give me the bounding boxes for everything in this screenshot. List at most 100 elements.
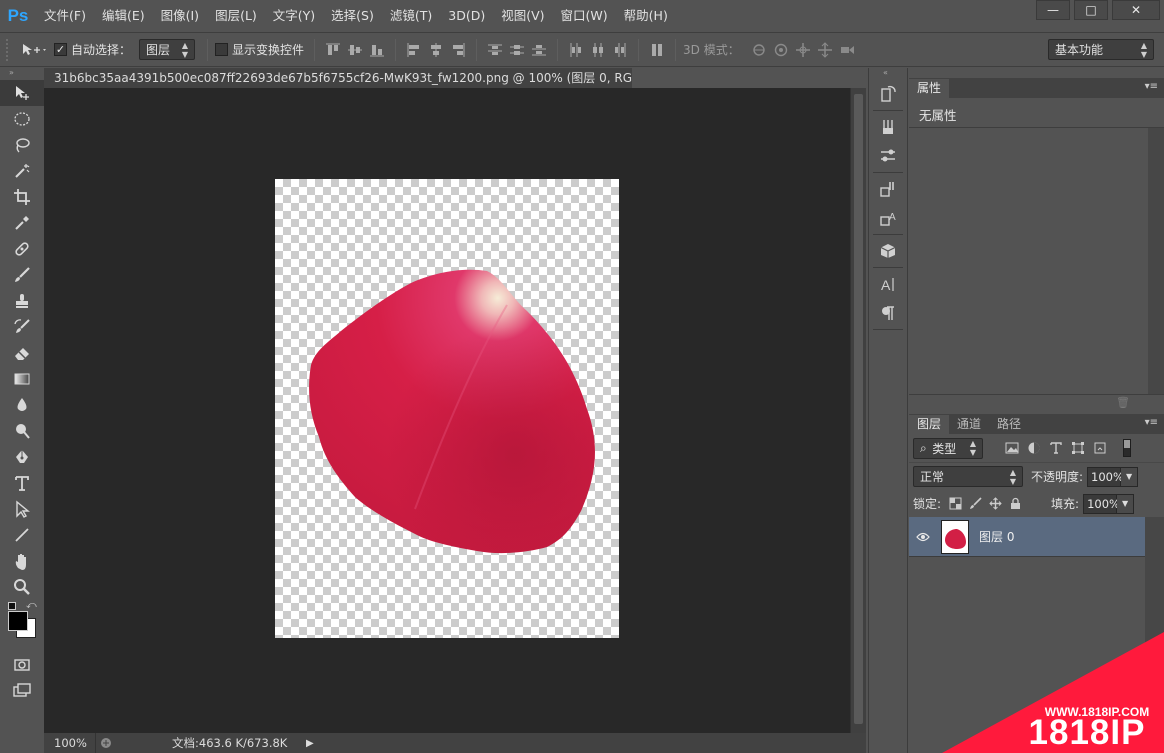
menu-window[interactable]: 窗口(W) (553, 0, 616, 32)
menu-view[interactable]: 视图(V) (493, 0, 552, 32)
menu-select[interactable]: 选择(S) (323, 0, 382, 32)
pen-tool-icon[interactable] (0, 444, 44, 470)
screen-mode-icon[interactable] (0, 678, 44, 704)
trash-icon[interactable]: 🗑 (1116, 396, 1130, 409)
opacity-dropdown-icon[interactable]: ▼ (1121, 466, 1139, 487)
quick-mask-icon[interactable] (0, 652, 44, 678)
tab-channels[interactable]: 通道 (949, 415, 989, 434)
filter-smart-object-icon[interactable] (1089, 438, 1111, 458)
character-panel-icon[interactable]: A (869, 271, 907, 297)
lock-transparent-icon[interactable] (945, 497, 965, 510)
crop-tool-icon[interactable] (0, 184, 44, 210)
panel-menu-icon[interactable]: ▾≡ (1145, 81, 1158, 92)
fill-input[interactable]: 100% (1083, 493, 1120, 514)
clone-source-panel-icon[interactable] (869, 176, 907, 202)
menu-type[interactable]: 文字(Y) (265, 0, 323, 32)
brush-presets-panel-icon[interactable] (869, 114, 907, 140)
show-transform-checkbox[interactable] (215, 43, 229, 56)
auto-select-checkbox[interactable]: ✓ (54, 43, 67, 56)
blur-tool-icon[interactable] (0, 392, 44, 418)
tab-properties[interactable]: 属性 (909, 79, 950, 98)
document-tab[interactable]: 31b6bc35aa4391b500ec087ff22693de67b5f675… (44, 68, 632, 88)
filter-adjustment-icon[interactable] (1023, 438, 1045, 458)
align-left-icon[interactable] (403, 39, 425, 61)
status-menu-arrow-icon[interactable]: ▶ (306, 738, 314, 749)
hand-tool-icon[interactable] (0, 548, 44, 574)
fill-dropdown-icon[interactable]: ▼ (1117, 493, 1135, 514)
status-share-icon[interactable] (96, 737, 116, 749)
history-brush-tool-icon[interactable] (0, 314, 44, 340)
close-window-button[interactable]: ✕ (1112, 0, 1160, 20)
zoom-level[interactable]: 100% (44, 733, 96, 753)
align-right-icon[interactable] (447, 39, 469, 61)
align-top-icon[interactable] (322, 39, 344, 61)
visibility-eye-icon[interactable] (909, 532, 937, 542)
adjustments-panel-icon[interactable] (869, 143, 907, 169)
menu-3d[interactable]: 3D(D) (440, 0, 493, 32)
opacity-input[interactable]: 100% (1087, 466, 1124, 487)
layer-filter-dropdown[interactable]: ⌕ 类型 ▲ ▼ (913, 437, 983, 459)
move-tool-preset-icon[interactable] (14, 43, 54, 57)
path-selection-tool-icon[interactable] (0, 496, 44, 522)
foreground-color-swatch[interactable] (8, 611, 28, 631)
history-panel-icon[interactable] (869, 81, 907, 107)
scale-3d-icon[interactable] (836, 39, 858, 61)
healing-brush-tool-icon[interactable] (0, 236, 44, 262)
maximize-button[interactable]: □ (1074, 0, 1108, 20)
type-tool-icon[interactable] (0, 470, 44, 496)
tab-layers[interactable]: 图层 (909, 415, 950, 434)
filter-shape-icon[interactable] (1067, 438, 1089, 458)
default-colors-icon[interactable] (8, 602, 16, 610)
filter-pixel-icon[interactable] (1001, 438, 1023, 458)
distribute-hcenter-icon[interactable] (587, 39, 609, 61)
filter-toggle[interactable] (1123, 439, 1131, 457)
menu-file[interactable]: 文件(F) (36, 0, 94, 32)
properties-scrollbar[interactable] (1148, 128, 1164, 394)
menu-help[interactable]: 帮助(H) (616, 0, 676, 32)
blend-mode-dropdown[interactable]: 正常 ▲ ▼ (913, 466, 1023, 487)
lock-pixels-icon[interactable] (965, 497, 985, 510)
distribute-left-icon[interactable] (565, 39, 587, 61)
minimize-button[interactable]: — (1036, 0, 1070, 20)
dock-collapse-icon[interactable]: « (869, 68, 907, 78)
auto-select-target-dropdown[interactable]: 图层 ▲ ▼ (139, 39, 196, 60)
zoom-tool-icon[interactable] (0, 574, 44, 600)
menu-filter[interactable]: 滤镜(T) (382, 0, 440, 32)
scroll-thumb[interactable] (854, 94, 863, 724)
character-styles-panel-icon[interactable]: A (869, 205, 907, 231)
distribute-bottom-icon[interactable] (528, 39, 550, 61)
align-vcenter-icon[interactable] (344, 39, 366, 61)
line-tool-icon[interactable] (0, 522, 44, 548)
align-hcenter-icon[interactable] (425, 39, 447, 61)
canvas-area[interactable] (44, 88, 850, 733)
drag-3d-icon[interactable] (792, 39, 814, 61)
document-canvas[interactable] (275, 179, 619, 638)
menu-image[interactable]: 图像(I) (153, 0, 207, 32)
clone-stamp-tool-icon[interactable] (0, 288, 44, 314)
lock-position-icon[interactable] (985, 497, 1005, 510)
menu-edit[interactable]: 编辑(E) (94, 0, 153, 32)
move-tool-icon[interactable] (0, 80, 44, 106)
panel-menu-icon[interactable]: ▾≡ (1145, 417, 1158, 428)
eraser-tool-icon[interactable] (0, 340, 44, 366)
brush-tool-icon[interactable] (0, 262, 44, 288)
align-bottom-icon[interactable] (366, 39, 388, 61)
rotate-3d-icon[interactable] (748, 39, 770, 61)
dodge-tool-icon[interactable] (0, 418, 44, 444)
auto-align-icon[interactable] (646, 39, 668, 61)
workspace-dropdown[interactable]: 基本功能 ▲ ▼ (1048, 39, 1154, 60)
layer-row[interactable]: 图层 0 (909, 517, 1145, 557)
lock-all-icon[interactable] (1005, 497, 1025, 510)
slide-3d-icon[interactable] (814, 39, 836, 61)
3d-panel-icon[interactable] (869, 238, 907, 264)
lasso-tool-icon[interactable] (0, 132, 44, 158)
roll-3d-icon[interactable] (770, 39, 792, 61)
magic-wand-tool-icon[interactable] (0, 158, 44, 184)
gradient-tool-icon[interactable] (0, 366, 44, 392)
menu-layer[interactable]: 图层(L) (207, 0, 265, 32)
paragraph-panel-icon[interactable] (869, 300, 907, 326)
distribute-vcenter-icon[interactable] (506, 39, 528, 61)
options-bar-grip[interactable] (6, 38, 14, 61)
distribute-right-icon[interactable] (609, 39, 631, 61)
layer-name[interactable]: 图层 0 (979, 528, 1014, 545)
